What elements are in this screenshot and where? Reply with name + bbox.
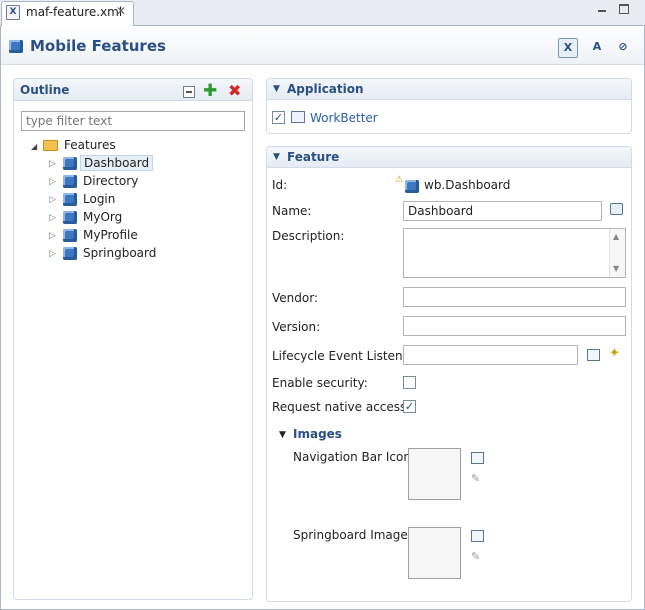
section-expanded-icon[interactable]: ▼	[273, 152, 280, 162]
lifecycle-label: Lifecycle Event Listener:	[272, 349, 419, 363]
source-xml-button[interactable]: X	[558, 38, 578, 58]
feature-cube-icon	[9, 40, 23, 53]
springboard-image-well[interactable]	[408, 527, 461, 579]
delete-icon[interactable]: ✖	[228, 81, 241, 100]
feature-cube-icon	[63, 211, 77, 224]
minimize-icon[interactable]	[596, 3, 608, 15]
lifecycle-field[interactable]	[403, 345, 578, 365]
tree-collapse-icon[interactable]: ◢	[31, 142, 37, 151]
images-title[interactable]: Images	[293, 427, 342, 441]
overview-icon-button[interactable]: A	[587, 38, 607, 58]
tree-root-features[interactable]: Features	[64, 138, 116, 152]
browse-icon[interactable]	[587, 349, 600, 361]
feature-cube-icon	[63, 229, 77, 242]
application-checkbox[interactable]: ✓	[272, 111, 285, 124]
images-expanded-icon[interactable]: ▼	[279, 430, 286, 440]
vendor-field[interactable]	[403, 287, 626, 307]
filter-input[interactable]	[21, 111, 245, 131]
nav-icon-image-well[interactable]	[408, 448, 461, 500]
scroll-up-icon[interactable]: ▲	[613, 232, 619, 241]
browse-icon[interactable]	[471, 452, 484, 464]
description-textarea[interactable]	[403, 228, 626, 278]
collapse-all-icon[interactable]	[183, 86, 195, 98]
name-field[interactable]: Dashboard	[403, 201, 602, 221]
id-value: wb.Dashboard	[424, 178, 511, 192]
filter-off-icon-button[interactable]: ⊘	[613, 38, 633, 58]
feature-cube-icon	[405, 180, 419, 193]
expand-icon[interactable]: ▷	[49, 231, 56, 241]
feature-cube-icon	[63, 175, 77, 188]
tree-item-login[interactable]: Login	[83, 192, 115, 206]
create-class-icon[interactable]: ✦	[609, 346, 620, 361]
expand-icon[interactable]: ▷	[49, 195, 56, 205]
feature-cube-icon	[63, 247, 77, 260]
application-window-icon	[291, 111, 305, 123]
version-field[interactable]	[403, 316, 626, 336]
description-label: Description:	[272, 229, 345, 243]
tab-title[interactable]: maf-feature.xml	[26, 5, 122, 19]
browse-icon[interactable]	[471, 530, 484, 542]
section-expanded-icon[interactable]: ▼	[273, 84, 280, 94]
eraser-icon[interactable]: ✎	[471, 550, 480, 563]
translate-icon[interactable]	[610, 203, 623, 215]
add-icon[interactable]: ✚	[203, 81, 217, 101]
native-access-checkbox[interactable]: ✓	[403, 400, 416, 413]
expand-icon[interactable]: ▷	[49, 177, 56, 187]
version-label: Version:	[272, 320, 321, 334]
application-link[interactable]: WorkBetter	[310, 111, 378, 125]
feature-cube-icon	[63, 157, 77, 170]
name-label: Name:	[272, 204, 312, 218]
nav-icon-label: Navigation Bar Icon:	[293, 450, 415, 464]
springboard-label: Springboard Image:	[293, 528, 412, 542]
feature-cube-icon	[63, 193, 77, 206]
application-title[interactable]: Application	[287, 82, 364, 96]
outline-title: Outline	[20, 83, 70, 97]
tree-item-myprofile[interactable]: MyProfile	[83, 228, 138, 242]
tree-item-directory[interactable]: Directory	[83, 174, 138, 188]
tree-item-springboard[interactable]: Springboard	[83, 246, 156, 260]
id-label: Id:	[272, 178, 288, 192]
scroll-down-icon[interactable]: ▼	[613, 264, 619, 273]
vendor-label: Vendor:	[272, 291, 318, 305]
enable-security-label: Enable security:	[272, 376, 368, 390]
eraser-icon[interactable]: ✎	[471, 472, 480, 485]
expand-icon[interactable]: ▷	[49, 249, 56, 259]
folder-open-icon	[43, 140, 58, 151]
warning-icon: ⚠	[395, 175, 404, 185]
xml-file-icon: X	[6, 5, 20, 20]
expand-icon[interactable]: ▷	[49, 213, 56, 223]
feature-title[interactable]: Feature	[287, 150, 339, 164]
close-icon[interactable]: ✕	[116, 4, 126, 18]
tree-item-myorg[interactable]: MyOrg	[83, 210, 122, 224]
maximize-icon[interactable]	[619, 4, 629, 14]
native-access-label: Request native access:	[272, 400, 411, 414]
tree-item-dashboard[interactable]: Dashboard	[80, 155, 154, 171]
page-title: Mobile Features	[30, 37, 166, 55]
expand-icon[interactable]: ▷	[49, 159, 56, 169]
enable-security-checkbox[interactable]	[403, 376, 416, 389]
